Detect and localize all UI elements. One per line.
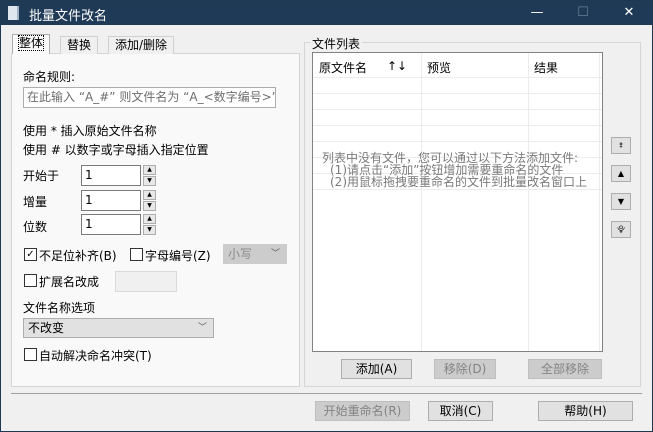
minimize-button[interactable]: — xyxy=(514,1,560,25)
column-divider xyxy=(528,53,529,351)
move-top-button[interactable]: ⯒ xyxy=(611,137,631,154)
auto-resolve-checkbox[interactable] xyxy=(24,348,37,361)
pad-label: 不足位补齐(B) xyxy=(39,249,117,263)
column-header-result[interactable]: 结果 xyxy=(534,59,558,76)
pad-checkbox[interactable]: ✓ xyxy=(24,248,37,261)
close-button[interactable]: ✕ xyxy=(606,1,652,25)
row-line xyxy=(313,93,602,94)
spin-up-icon[interactable]: ▲ xyxy=(143,190,156,200)
window-title: 批量文件改名 xyxy=(29,9,108,24)
hint-star: 使用 * 插入原始文件名称 xyxy=(23,124,157,138)
cancel-button[interactable]: 取消(C) xyxy=(428,401,493,421)
spin-up-icon[interactable]: ▲ xyxy=(143,214,156,224)
app-icon xyxy=(8,6,19,20)
file-list-title: 文件列表 xyxy=(310,35,363,52)
chevron-down-icon: ﹀ xyxy=(197,323,207,333)
chevron-down-icon: ﹀ xyxy=(270,249,280,259)
column-header-original[interactable]: 原文件名 xyxy=(319,59,367,76)
move-up-button[interactable]: ▲ xyxy=(611,165,631,182)
remove-button[interactable]: 移除(D) xyxy=(434,359,496,379)
naming-rule-label: 命名规则: xyxy=(23,70,76,84)
spin-down-icon[interactable]: ▼ xyxy=(143,201,156,211)
row-line xyxy=(313,109,602,110)
add-button[interactable]: 添加(A) xyxy=(341,359,412,379)
move-bottom-button[interactable]: ⯓ xyxy=(611,221,631,238)
spin-down-icon[interactable]: ▼ xyxy=(143,176,156,186)
spin-up-icon[interactable]: ▲ xyxy=(143,165,156,175)
digits-spinner[interactable]: ▲ ▼ xyxy=(143,214,156,235)
tab-add-delete[interactable]: 添加/删除 xyxy=(108,36,175,54)
ext-checkbox[interactable] xyxy=(24,274,37,287)
column-divider xyxy=(421,53,422,351)
alpha-label: 字母编号(Z) xyxy=(145,249,211,263)
case-select: 小写 ﹀ xyxy=(223,244,287,264)
tab-replace[interactable]: 替换 xyxy=(60,36,99,54)
tab-general[interactable]: 整体 xyxy=(12,34,51,54)
hint-hash: 使用 # 以数字或字母插入指定位置 xyxy=(23,143,209,157)
start-rename-button[interactable]: 开始重命名(R) xyxy=(315,401,410,421)
row-line xyxy=(313,125,602,126)
maximize-button[interactable]: ☐ xyxy=(560,1,606,25)
window: 批量文件改名 — ☐ ✕ 整体 替换 添加/删除 命名规则: 在此输入 “A_#… xyxy=(0,0,653,432)
name-option-select[interactable]: 不改变 ﹀ xyxy=(23,318,214,338)
ext-input[interactable] xyxy=(115,271,177,292)
step-spinner[interactable]: ▲ ▼ xyxy=(143,190,156,211)
auto-resolve-label: 自动解决命名冲突(T) xyxy=(39,349,152,363)
digits-input[interactable]: 1 xyxy=(81,214,141,235)
digits-label: 位数 xyxy=(23,220,48,234)
row-line xyxy=(313,189,602,190)
spin-down-icon[interactable]: ▼ xyxy=(143,225,156,235)
title-bar: 批量文件改名 — ☐ ✕ xyxy=(1,1,652,25)
name-option-label: 文件名称选项 xyxy=(23,301,96,315)
sort-icon[interactable]: ↑↓ xyxy=(387,59,407,73)
separator xyxy=(11,393,642,394)
remove-all-button[interactable]: 全部移除 xyxy=(528,359,602,379)
start-input[interactable]: 1 xyxy=(81,165,141,186)
alpha-checkbox[interactable] xyxy=(130,248,143,261)
naming-rule-input[interactable]: 在此输入 “A_#” 则文件名为 “A_<数字编号>” xyxy=(23,87,276,108)
start-spinner[interactable]: ▲ ▼ xyxy=(143,165,156,186)
column-divider xyxy=(599,53,600,351)
row-line xyxy=(313,77,602,78)
row-line xyxy=(313,141,602,142)
step-label: 增量 xyxy=(23,195,48,209)
empty-hint: 列表中没有文件，您可以通过以下方法添加文件: (1)请点击“添加”按钮增加需要重… xyxy=(322,151,587,189)
column-header-preview[interactable]: 预览 xyxy=(427,59,451,76)
help-button[interactable]: 帮助(H) xyxy=(538,401,633,421)
file-list[interactable]: 原文件名 ↑↓ 预览 结果 列表中没有文件，您可以通过以下方法添加文件: (1)… xyxy=(312,52,603,352)
move-down-button[interactable]: ▼ xyxy=(611,193,631,210)
step-input[interactable]: 1 xyxy=(81,190,141,211)
ext-label: 扩展名改成 xyxy=(39,275,100,289)
start-label: 开始于 xyxy=(23,169,60,183)
